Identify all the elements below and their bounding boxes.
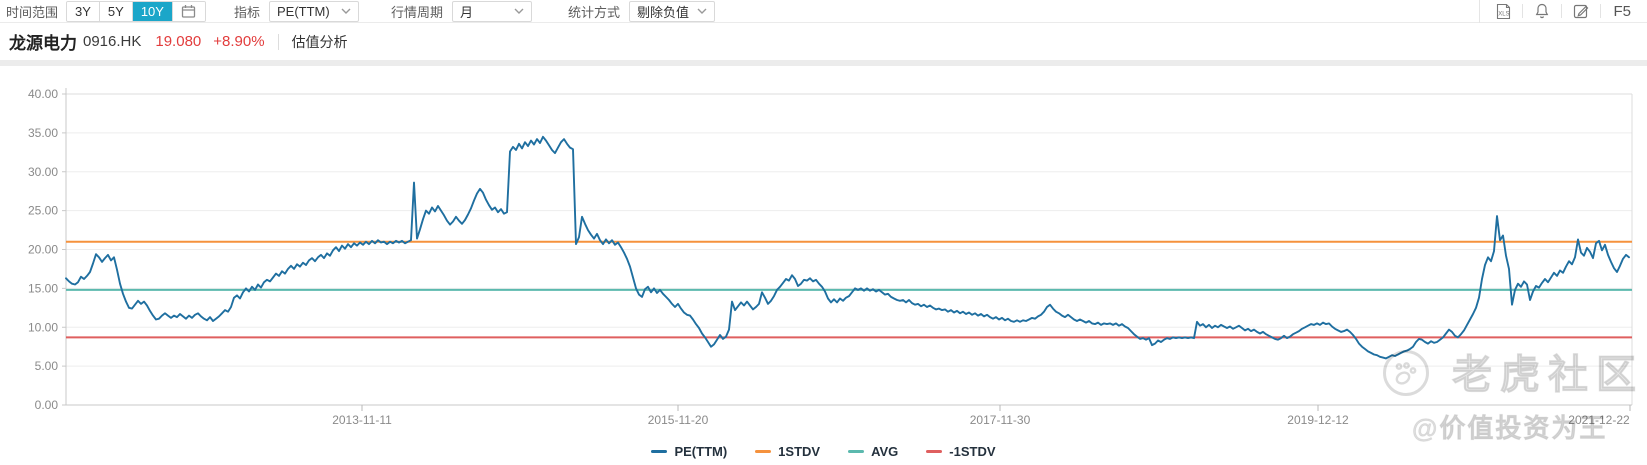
indicator-value: PE(TTM) (276, 3, 330, 19)
indicator-label: 指标 (233, 4, 260, 20)
legend-dash (848, 449, 865, 453)
stat-method-value: 剔除负值 (637, 4, 690, 20)
x-tick-label: 2017-11-30 (970, 413, 1031, 427)
edit-pencil-icon (1572, 2, 1590, 20)
chevron-down-icon (341, 8, 351, 14)
stat-method-dropdown[interactable]: 剔除负值 (629, 0, 716, 22)
legend-label: PE(TTM) (674, 443, 728, 459)
stock-price: 19.080 (155, 33, 202, 50)
chevron-down-icon (697, 8, 707, 14)
custom-range-button[interactable] (172, 1, 205, 21)
reference-lines (66, 240, 1632, 339)
tiger-paw-icon (1395, 362, 1417, 385)
watermark-handle-text: @价值投资为王 (1412, 413, 1607, 443)
indicator-dropdown[interactable]: PE(TTM) (268, 0, 359, 22)
axis-labels: 40.00 35.00 30.00 25.00 20.00 15.00 10.00 5.00 0… (28, 87, 1630, 427)
time-range-segmented-control: 3Y 5Y 10Y (66, 0, 206, 22)
y-tick-label: 0.00 (35, 398, 59, 412)
legend-label: AVG (871, 443, 899, 459)
y-tick-label: 20.00 (28, 243, 58, 257)
valuation-analysis-window: 时间范围 3Y 5Y 10Y 指标 PE(TTM) 行情周期 月 统计方式 剔除… (0, 0, 1647, 465)
time-range-label: 时间范围 (6, 4, 59, 20)
period-dropdown[interactable]: 月 (452, 0, 532, 22)
xls-file-icon: XLS (1494, 2, 1513, 21)
stock-symbol: 0916.HK (83, 33, 142, 50)
refresh-f5-button[interactable]: F5 (1601, 3, 1643, 20)
stock-header: 龙源电力 0916.HK 19.080 +8.90% 估值分析 (0, 23, 1647, 60)
legend-item-avg[interactable]: AVG (848, 444, 898, 459)
range-button-3y[interactable]: 3Y (67, 1, 100, 21)
period-value: 月 (460, 4, 474, 20)
y-tick-label: 40.00 (28, 87, 58, 101)
watermark-community-text: 老虎社区 (1452, 353, 1644, 397)
x-tick-label: 2013-11-11 (332, 413, 392, 427)
svg-text:XLS: XLS (1498, 11, 1509, 17)
legend-label: 1STDV (778, 443, 821, 459)
period-label: 行情周期 (390, 4, 443, 20)
pe-valuation-chart[interactable]: 40.00 35.00 30.00 25.00 20.00 15.00 10.00 5.00 0… (0, 0, 1647, 465)
divider (277, 33, 279, 50)
chart-legend: PE(TTM) 1STDV AVG -1STDV (0, 441, 1647, 461)
y-tick-label: 30.00 (28, 165, 58, 179)
y-tick-label: 15.00 (28, 281, 58, 295)
y-tick-label: 25.00 (28, 204, 58, 218)
legend-dash (755, 449, 772, 453)
x-tick-label: 2019-12-12 (1287, 413, 1349, 427)
gridlines (66, 132, 1632, 367)
range-button-10y[interactable]: 10Y (132, 1, 173, 21)
header-separator-band (0, 60, 1647, 66)
x-tick-label: 2015-11-20 (648, 413, 709, 427)
range-button-5y[interactable]: 5Y (99, 1, 133, 21)
calendar-icon (181, 4, 196, 19)
y-tick-label: 10.00 (28, 320, 58, 334)
legend-dash (926, 449, 943, 453)
legend-dash (651, 449, 668, 453)
stock-name: 龙源电力 (9, 34, 77, 53)
legend-item--1stdv[interactable]: -1STDV (926, 443, 996, 459)
stock-change-percent: +8.90% (213, 33, 265, 50)
export-xls-button[interactable]: XLS (1484, 1, 1522, 22)
chevron-down-icon (514, 8, 524, 14)
legend-label: -1STDV (949, 443, 996, 459)
edit-note-button[interactable] (1562, 1, 1600, 22)
bell-icon (1533, 2, 1551, 20)
y-tick-label: 35.00 (28, 126, 58, 140)
section-title-valuation: 估值分析 (291, 33, 348, 50)
toolbar-actions: XLS F5 (1479, 0, 1647, 23)
notification-button[interactable] (1523, 1, 1561, 22)
y-tick-label: 5.00 (35, 359, 59, 373)
watermark: 老虎社区 @价值投资为王 (1383, 350, 1644, 443)
legend-item-pe-ttm-[interactable]: PE(TTM) (651, 444, 727, 459)
legend-item-1stdv[interactable]: 1STDV (755, 444, 820, 459)
stat-method-label: 统计方式 (568, 4, 621, 20)
toolbar: 时间范围 3Y 5Y 10Y 指标 PE(TTM) 行情周期 月 统计方式 剔除… (0, 0, 1647, 23)
pe-ttm-line (65, 135, 1630, 360)
